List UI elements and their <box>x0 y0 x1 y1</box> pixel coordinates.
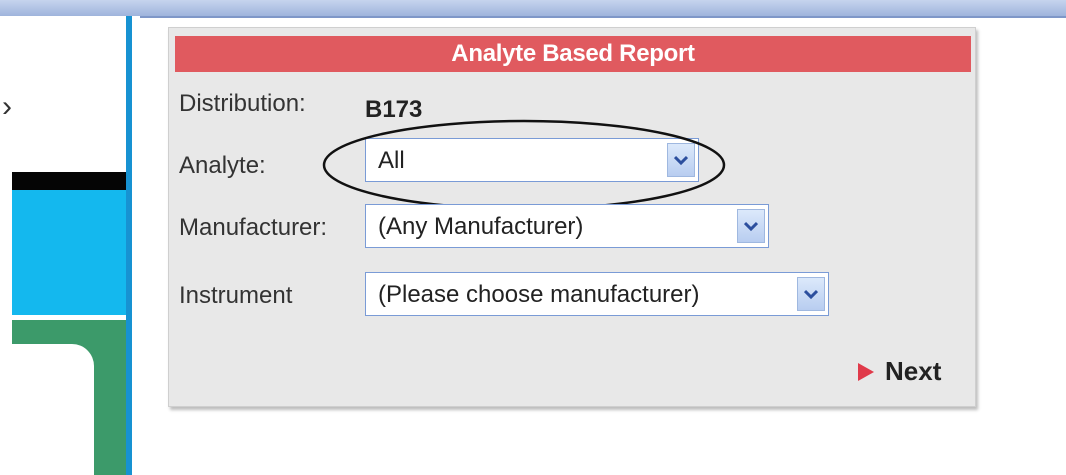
distribution-label: Distribution: <box>179 90 306 117</box>
manufacturer-select[interactable]: (Any Manufacturer) <box>365 204 769 248</box>
panel-title: Analyte Based Report <box>175 36 971 72</box>
left-green-cutout <box>12 344 94 475</box>
instrument-select[interactable]: (Please choose manufacturer) <box>365 272 829 316</box>
instrument-select-value: (Please choose manufacturer) <box>378 281 700 308</box>
left-edge-glyph: › <box>2 90 12 123</box>
analyte-report-panel: Analyte Based Report Distribution: B173 … <box>168 27 976 407</box>
analyte-label: Analyte: <box>179 152 266 179</box>
pane-separator <box>126 16 132 475</box>
manufacturer-label: Manufacturer: <box>179 214 328 241</box>
window-top-bar <box>0 0 1066 18</box>
left-divider-bar <box>12 172 128 190</box>
chevron-down-icon[interactable] <box>797 277 825 311</box>
chevron-down-icon[interactable] <box>737 209 765 243</box>
annotation-ellipse <box>322 119 726 211</box>
play-arrow-icon <box>858 363 874 381</box>
next-label: Next <box>885 356 942 386</box>
instrument-label: Instrument <box>179 282 293 309</box>
manufacturer-select-value: (Any Manufacturer) <box>378 213 584 240</box>
left-blue-block <box>12 190 128 315</box>
